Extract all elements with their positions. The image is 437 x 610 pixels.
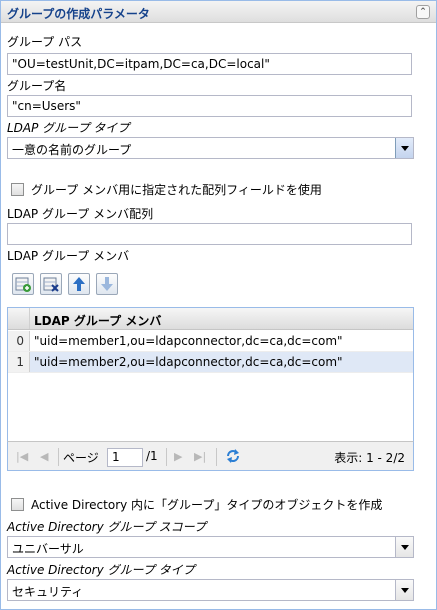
row-index: 0 (8, 331, 30, 351)
group-path-label: グループ パス (7, 35, 83, 49)
create-group-panel: グループの作成パラメータ ⌃ グループ パス "OU=testUnit,DC=i… (0, 0, 437, 610)
pager-display-text: 表示: 1 - 2/2 (334, 451, 405, 465)
ad-object-label: Active Directory 内に「グループ」タイプのオブジェクトを作成 (31, 498, 383, 512)
arrow-up-icon (73, 277, 85, 291)
group-path-field[interactable]: "OU=testUnit,DC=itpam,DC=ca,DC=local" (7, 53, 412, 75)
pager-divider (216, 448, 217, 466)
delete-row-icon (43, 277, 59, 292)
add-row-button[interactable] (12, 273, 34, 295)
ldap-group-type-select[interactable]: 一意の名前のグループ (7, 137, 414, 159)
member-array-label: LDAP グループ メンバ配列 (7, 207, 154, 221)
group-name-label: グループ名 (7, 79, 67, 93)
grid-pager: |◀ ◀ ページ 1 /1 ▶ ▶| 表示: 1 - 2/2 (7, 441, 414, 471)
row-index: 1 (8, 352, 30, 372)
use-array-field-checkbox[interactable] (11, 183, 24, 196)
ldap-group-type-value: 一意の名前のグループ (12, 143, 132, 157)
page-label: ページ (63, 451, 99, 465)
chevron-down-icon[interactable] (395, 138, 413, 158)
panel-title: グループの作成パラメータ (7, 7, 150, 21)
member-cell[interactable]: "uid=member2,ou=ldapconnector,dc=ca,dc=c… (34, 355, 343, 369)
collapse-icon[interactable]: ⌃ (416, 5, 430, 19)
ad-type-select[interactable]: セキュリティ (7, 579, 414, 601)
ad-type-label: Active Directory グループ タイプ (7, 563, 195, 577)
member-cell[interactable]: "uid=member1,ou=ldapconnector,dc=ca,dc=c… (34, 334, 343, 348)
chevron-down-icon[interactable] (395, 537, 413, 557)
move-down-button[interactable] (96, 273, 118, 295)
move-up-button[interactable] (68, 273, 90, 295)
ad-scope-select[interactable]: ユニバーサル (7, 536, 414, 558)
last-page-icon[interactable]: ▶| (194, 450, 206, 463)
ldap-group-type-label: LDAP グループ タイプ (7, 121, 130, 135)
add-row-icon (15, 277, 31, 292)
pager-divider (166, 448, 167, 466)
chevron-down-icon[interactable] (395, 580, 413, 600)
arrow-down-icon (101, 277, 113, 291)
next-page-icon[interactable]: ▶ (174, 450, 182, 463)
first-page-icon[interactable]: |◀ (16, 450, 28, 463)
ad-scope-value: ユニバーサル (12, 542, 84, 556)
ad-object-checkbox[interactable] (11, 498, 24, 511)
page-total: /1 (146, 449, 158, 463)
grid-header: LDAP グループ メンバ (8, 308, 413, 330)
members-label: LDAP グループ メンバ (7, 249, 130, 263)
ad-type-value: セキュリティ (12, 585, 84, 599)
prev-page-icon[interactable]: ◀ (40, 450, 48, 463)
refresh-icon[interactable] (224, 447, 242, 468)
column-header-members[interactable]: LDAP グループ メンバ (34, 312, 161, 329)
row-number-header (8, 308, 30, 329)
delete-row-button[interactable] (40, 273, 62, 295)
pager-divider (58, 448, 59, 466)
table-row[interactable]: 1 "uid=member2,ou=ldapconnector,dc=ca,dc… (8, 352, 413, 373)
member-array-field[interactable] (7, 223, 412, 245)
panel-header: グループの作成パラメータ ⌃ (1, 1, 436, 23)
group-name-field[interactable]: "cn=Users" (7, 95, 412, 117)
page-number-input[interactable]: 1 (107, 448, 143, 467)
table-row[interactable]: 0 "uid=member1,ou=ldapconnector,dc=ca,dc… (8, 331, 413, 352)
ad-scope-label: Active Directory グループ スコープ (7, 520, 206, 534)
use-array-field-label: グループ メンバ用に指定された配列フィールドを使用 (31, 183, 322, 197)
